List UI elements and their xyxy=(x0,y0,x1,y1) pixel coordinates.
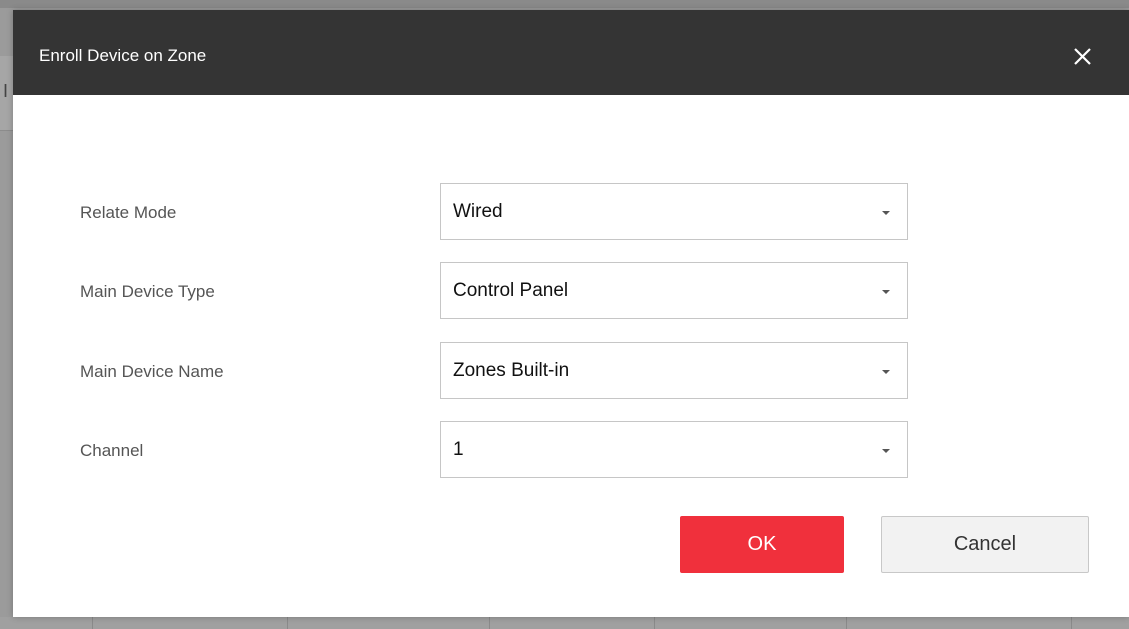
caret-down-icon xyxy=(882,290,890,294)
background-left-column: I xyxy=(0,56,13,131)
close-button[interactable] xyxy=(1070,43,1096,69)
main-device-type-select[interactable]: Control Panel xyxy=(440,262,908,319)
background-column-divider xyxy=(287,617,288,629)
main-device-type-value: Control Panel xyxy=(453,280,569,301)
ok-button[interactable]: OK xyxy=(680,516,844,573)
background-column-divider xyxy=(846,617,847,629)
background-top-strip xyxy=(0,0,1129,8)
background-column-divider xyxy=(92,617,93,629)
channel-value: 1 xyxy=(453,439,464,460)
main-device-name-row: Main Device Name Zones Built-in xyxy=(13,342,1129,400)
background-column-divider xyxy=(489,617,490,629)
relate-mode-value: Wired xyxy=(453,201,503,222)
main-device-name-label: Main Device Name xyxy=(80,362,224,381)
close-icon xyxy=(1074,48,1091,65)
background-column-divider xyxy=(654,617,655,629)
main-device-name-value: Zones Built-in xyxy=(453,360,570,381)
background-table-footer xyxy=(0,617,1129,629)
relate-mode-row: Relate Mode Wired xyxy=(13,183,1129,241)
channel-label: Channel xyxy=(80,441,144,460)
enroll-device-dialog: Enroll Device on Zone Relate Mode Wired … xyxy=(13,10,1129,617)
relate-mode-select[interactable]: Wired xyxy=(440,183,908,240)
caret-down-icon xyxy=(882,211,890,215)
main-device-type-row: Main Device Type Control Panel xyxy=(13,262,1129,320)
relate-mode-label: Relate Mode xyxy=(80,203,177,222)
main-device-name-select[interactable]: Zones Built-in xyxy=(440,342,908,399)
channel-row: Channel 1 xyxy=(13,421,1129,479)
background-column-divider xyxy=(1071,617,1072,629)
caret-down-icon xyxy=(882,370,890,374)
caret-down-icon xyxy=(882,449,890,453)
main-device-type-label: Main Device Type xyxy=(80,282,215,301)
cancel-button[interactable]: Cancel xyxy=(881,516,1089,573)
channel-select[interactable]: 1 xyxy=(440,421,908,478)
dialog-title: Enroll Device on Zone xyxy=(39,46,207,65)
background-left-fragment: I xyxy=(3,81,9,101)
dialog-header: Enroll Device on Zone xyxy=(13,10,1129,95)
